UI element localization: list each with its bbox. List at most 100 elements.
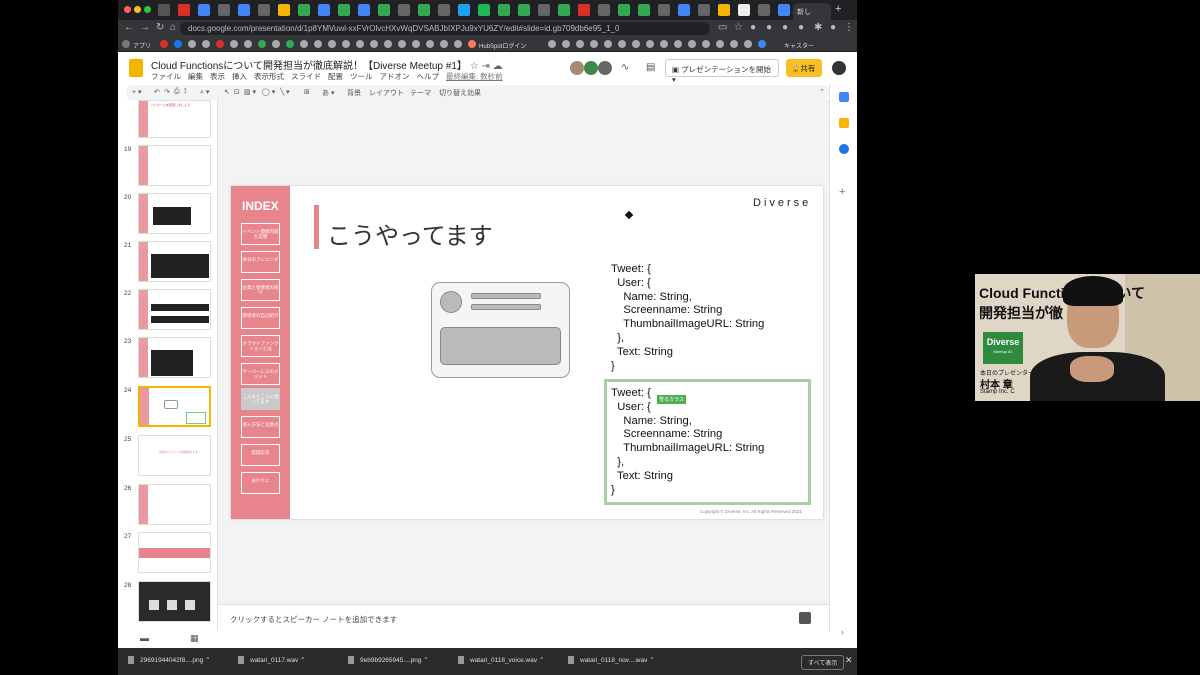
explore-icon[interactable]: [799, 612, 811, 624]
avatar[interactable]: [598, 61, 612, 75]
tab-favicon[interactable]: [658, 4, 670, 16]
menu-icon[interactable]: ⋮: [844, 22, 854, 33]
tab-favicon[interactable]: [458, 4, 470, 16]
tab-favicon[interactable]: [258, 4, 270, 16]
cast-icon[interactable]: ▭: [718, 22, 727, 33]
bookmark-icon[interactable]: [632, 40, 640, 48]
slide-thumbnail[interactable]: [138, 193, 211, 234]
tab-favicon[interactable]: [498, 4, 510, 16]
bookmark-icon[interactable]: [618, 40, 626, 48]
share-button[interactable]: 🔒共有: [786, 59, 822, 77]
bookmark-icon[interactable]: [548, 40, 556, 48]
bookmark-icon[interactable]: [258, 40, 266, 48]
tab-favicon[interactable]: [158, 4, 170, 16]
menu-arrange[interactable]: 配置: [328, 72, 343, 81]
bookmark-icon[interactable]: [314, 40, 322, 48]
reload-icon[interactable]: ↻: [156, 22, 164, 33]
present-button[interactable]: ▣ プレゼンテーションを開始 ▾: [665, 59, 779, 84]
extension-icon[interactable]: ●: [766, 22, 772, 33]
tab-favicon[interactable]: [278, 4, 290, 16]
menu-file[interactable]: ファイル: [151, 72, 181, 81]
bookmark-icon[interactable]: [440, 40, 448, 48]
grid-view-icon[interactable]: ▬: [140, 633, 149, 643]
home-icon[interactable]: ⌂: [170, 22, 176, 33]
tab-favicon[interactable]: [558, 4, 570, 16]
tab-favicon[interactable]: [738, 4, 750, 16]
chevron-down-icon[interactable]: ▾: [672, 75, 676, 84]
slide-thumbnail[interactable]: [138, 484, 211, 525]
comment-add-icon[interactable]: ⊞: [304, 88, 310, 96]
bookmark-icon[interactable]: [730, 40, 738, 48]
last-edit-link[interactable]: 最終編集: 数秒前: [446, 72, 503, 81]
text-style-icon[interactable]: あ ▾: [322, 88, 334, 98]
menu-edit[interactable]: 編集: [188, 72, 203, 81]
bookmark-icon[interactable]: [342, 40, 350, 48]
tasks-icon[interactable]: [839, 144, 849, 154]
extension-icon[interactable]: ●: [750, 22, 756, 33]
tab-favicon[interactable]: [358, 4, 370, 16]
menu-view[interactable]: 表示: [210, 72, 225, 81]
tab-favicon[interactable]: [418, 4, 430, 16]
bookmark-icon[interactable]: [562, 40, 570, 48]
download-item[interactable]: 29691944042f8....png ⌃: [128, 656, 211, 665]
tab-favicon[interactable]: [778, 4, 790, 16]
avatar[interactable]: [584, 61, 598, 75]
bookmark-icon[interactable]: [660, 40, 668, 48]
new-tab-icon[interactable]: +: [835, 3, 841, 15]
bookmark-icon[interactable]: [272, 40, 280, 48]
bookmark-icon[interactable]: [716, 40, 724, 48]
bookmark-icon[interactable]: [688, 40, 696, 48]
print-icon[interactable]: ⎙: [174, 88, 180, 96]
activity-icon[interactable]: ∿: [621, 62, 629, 73]
bookmark-icon[interactable]: [188, 40, 196, 48]
star-icon[interactable]: ☆: [734, 22, 743, 33]
slide-thumbnail[interactable]: [138, 532, 211, 573]
bookmark-icon[interactable]: [244, 40, 252, 48]
slide-thumbnail[interactable]: [138, 145, 211, 186]
bookmark-icon[interactable]: [412, 40, 420, 48]
tab-favicon[interactable]: [758, 4, 770, 16]
tab-favicon[interactable]: [478, 4, 490, 16]
download-item[interactable]: 9eb9b9265945....png ⌃: [348, 656, 429, 665]
account-avatar[interactable]: [832, 61, 846, 75]
menu-slide[interactable]: スライド: [291, 72, 321, 81]
tab-favicon[interactable]: [238, 4, 250, 16]
tab-favicon[interactable]: [438, 4, 450, 16]
chevron-up-icon[interactable]: ⌃: [205, 657, 210, 664]
tab-favicon[interactable]: [598, 4, 610, 16]
add-addon-icon[interactable]: +: [839, 186, 845, 198]
image-icon[interactable]: ▨ ▾: [244, 88, 256, 96]
paint-format-icon[interactable]: ⟟: [184, 88, 187, 96]
new-slide-icon[interactable]: + ▾: [132, 88, 142, 96]
hubspot-icon[interactable]: [468, 40, 476, 48]
tab-favicon[interactable]: [718, 4, 730, 16]
tab-favicon[interactable]: [398, 4, 410, 16]
bookmark-icon[interactable]: [590, 40, 598, 48]
menu-addons[interactable]: アドオン: [380, 72, 410, 81]
forward-icon[interactable]: →: [140, 22, 150, 33]
chevron-up-icon[interactable]: ⌃: [649, 657, 654, 664]
tab-favicon[interactable]: [178, 4, 190, 16]
code-block-bottom[interactable]: Tweet: { User: { Name: String, Screennam…: [611, 387, 764, 497]
redo-icon[interactable]: ↷: [164, 88, 170, 96]
keep-icon[interactable]: [839, 118, 849, 128]
menu-tools[interactable]: ツール: [350, 72, 373, 81]
calendar-icon[interactable]: [839, 92, 849, 102]
line-icon[interactable]: ╲ ▾: [280, 88, 290, 96]
tab-favicon[interactable]: [578, 4, 590, 16]
close-icon[interactable]: ✕: [845, 655, 853, 666]
tab-favicon[interactable]: [638, 4, 650, 16]
bookmark-icon[interactable]: [576, 40, 584, 48]
toolbar-layout[interactable]: レイアウト: [369, 88, 404, 98]
zoom-icon[interactable]: ⌕ ▾: [200, 88, 209, 97]
slide-title[interactable]: こうやってます: [327, 216, 493, 251]
collapse-icon[interactable]: ⌃: [819, 88, 825, 96]
toolbar-transition[interactable]: 切り替え効果: [439, 88, 481, 98]
bookmark-hubspot[interactable]: HubSpotログイン: [479, 41, 526, 50]
chevron-up-icon[interactable]: ⌃: [539, 657, 544, 664]
show-all-downloads-button[interactable]: すべて表示: [801, 655, 845, 670]
bookmark-icon[interactable]: [328, 40, 336, 48]
bookmark-caster[interactable]: キャスター: [784, 41, 814, 50]
tweet-card-illustration[interactable]: [431, 282, 570, 378]
document-title[interactable]: Cloud Functionsについて開発担当が徹底解説！【Diverse Me…: [151, 57, 503, 72]
